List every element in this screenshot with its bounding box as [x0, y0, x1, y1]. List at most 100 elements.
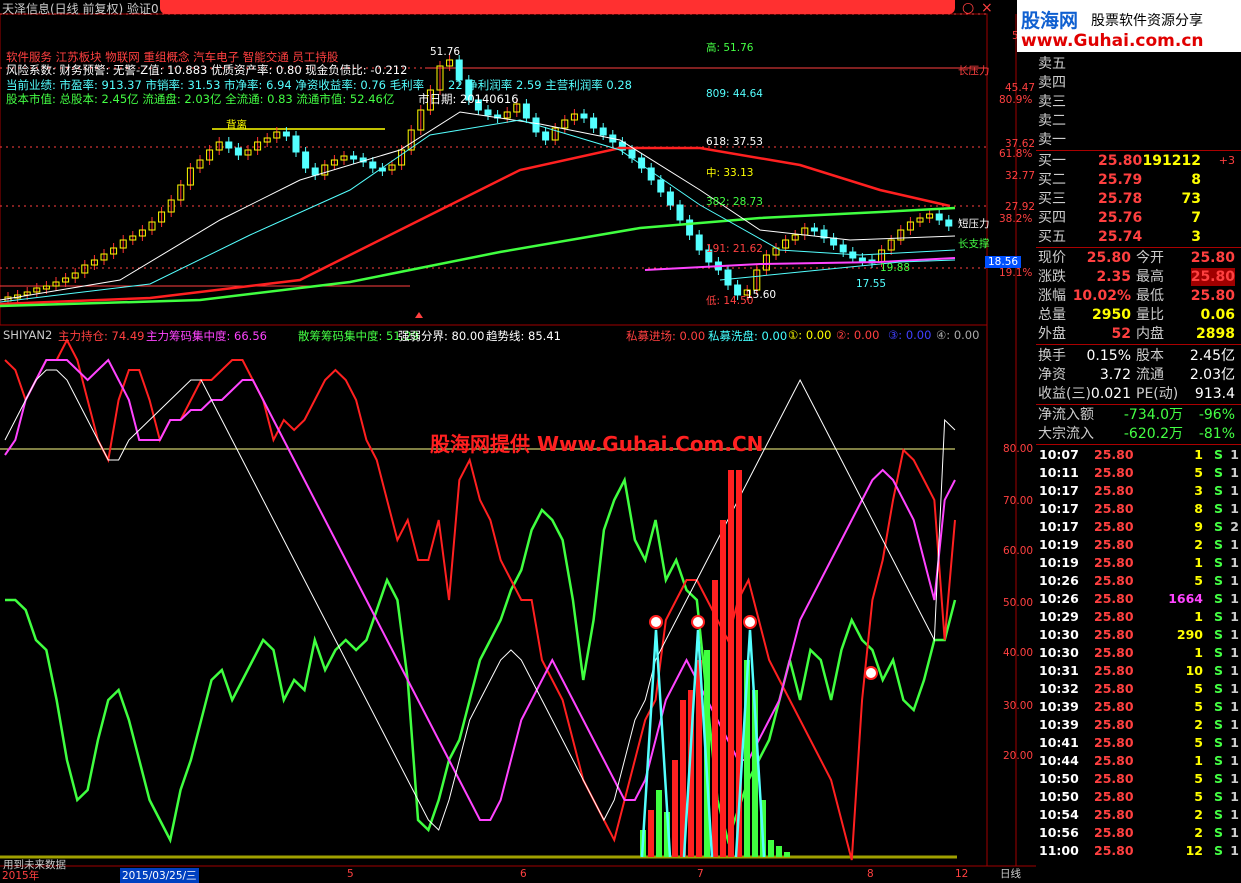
tick-time: 10:50 [1039, 771, 1079, 786]
stats-label: 换手 [1038, 348, 1066, 364]
candle-body [724, 269, 732, 286]
order-change: +3 [1218, 154, 1235, 167]
support-label: 长支撑 [958, 238, 990, 250]
tick-count: 1 [1230, 609, 1239, 624]
tick-row: 10:56 25.80 2 S 1 [1036, 824, 1241, 842]
tick-volume: 5 [1194, 465, 1203, 480]
tick-count: 1 [1230, 843, 1239, 858]
tick-row: 10:07 25.80 1 S 1 [1036, 446, 1241, 464]
tick-price: 25.80 [1094, 483, 1134, 498]
tick-count: 1 [1230, 753, 1239, 768]
stats-label: 股本 [1136, 348, 1164, 364]
tick-volume: 10 [1185, 663, 1203, 678]
time-year: 2015年 [2, 870, 40, 882]
tick-count: 1 [1230, 645, 1239, 660]
order-label: 卖五 [1038, 56, 1066, 72]
tick-time: 10:30 [1039, 627, 1079, 642]
order-sell-row[interactable]: 卖四 [1036, 74, 1241, 92]
quote-value: 25.80 [1086, 250, 1131, 266]
signal-marker [691, 615, 705, 629]
fib-high: 高: 51.76 [706, 42, 754, 54]
axis-809pct: 80.9% [999, 94, 1033, 106]
order-price: 25.76 [1098, 210, 1143, 226]
tick-time: 10:41 [1039, 735, 1079, 750]
tick-row: 10:26 25.80 5 S 1 [1036, 572, 1241, 590]
stats-row: 收益(三) 0.021 PE(动) 913.4 [1036, 385, 1241, 403]
close-icon[interactable]: × [981, 0, 993, 16]
tick-row: 10:30 25.80 1 S 1 [1036, 644, 1241, 662]
tick-volume: 12 [1185, 843, 1203, 858]
tick-volume: 2 [1194, 537, 1203, 552]
low3-label: 19.88 [880, 262, 911, 274]
order-label: 卖三 [1038, 94, 1066, 110]
tick-row: 10:50 25.80 5 S 1 [1036, 788, 1241, 806]
time-month-5: 5 [347, 868, 354, 880]
tick-time: 10:19 [1039, 537, 1079, 552]
divergence-label: 背离 [226, 119, 247, 131]
tick-count: 1 [1230, 447, 1239, 462]
indicator-name[interactable]: SHIYAN2 [3, 328, 52, 342]
candle-body [542, 131, 550, 141]
tick-volume: 5 [1194, 735, 1203, 750]
tick-side: S [1213, 609, 1223, 624]
candle-body [580, 113, 588, 119]
candle-body [282, 131, 290, 137]
order-sell-row[interactable]: 卖二 [1036, 112, 1241, 130]
ticks-divider [1036, 444, 1241, 445]
tick-row: 10:19 25.80 1 S 1 [1036, 554, 1241, 572]
order-buy-row[interactable]: 买三 25.78 73 [1036, 190, 1241, 208]
order-sell-row[interactable]: 卖五 [1036, 55, 1241, 73]
indicator-bar [672, 760, 678, 857]
quote-divider [1036, 247, 1241, 248]
order-buy-row[interactable]: 买二 25.79 8 [1036, 171, 1241, 189]
order-price: 25.80 [1098, 153, 1143, 169]
window-title: 天泽信息(日线 前复权) 验证0 [2, 2, 159, 16]
tick-count: 1 [1230, 555, 1239, 570]
tick-price: 25.80 [1094, 609, 1134, 624]
tick-price: 25.80 [1094, 591, 1134, 606]
order-sell-row[interactable]: 卖三 [1036, 93, 1241, 111]
tick-row: 10:50 25.80 5 S 1 [1036, 770, 1241, 788]
tick-volume: 8 [1194, 501, 1203, 516]
tick-volume: 5 [1194, 771, 1203, 786]
tick-price: 25.80 [1094, 807, 1134, 822]
tick-side: S [1213, 573, 1223, 588]
quote-label: 今开 [1136, 250, 1164, 266]
quote-value: 2.35 [1096, 269, 1131, 285]
tick-side: S [1213, 735, 1223, 750]
tick-count: 1 [1230, 789, 1239, 804]
order-price: 25.74 [1098, 229, 1143, 245]
fib-mid: 中: 33.13 [706, 167, 754, 179]
stats-label: 收益(三) [1038, 386, 1091, 402]
signal-marker [743, 615, 757, 629]
tick-time: 10:32 [1039, 681, 1079, 696]
tick-row: 10:17 25.80 9 S 2 [1036, 518, 1241, 536]
order-buy-row[interactable]: 买五 25.74 3 [1036, 228, 1241, 246]
order-buy-row[interactable]: 买一 25.80 191212 +3 [1036, 152, 1241, 170]
order-volume: 7 [1191, 210, 1201, 226]
tick-side: S [1213, 825, 1223, 840]
tick-volume: 1 [1194, 609, 1203, 624]
peak-label: 51.76 [430, 46, 461, 58]
logo[interactable]: 股海网 股票软件资源分享 www.Guhai.com.cn [1017, 0, 1241, 52]
tick-count: 2 [1230, 519, 1239, 534]
order-price: 25.79 [1098, 172, 1143, 188]
tick-count: 1 [1230, 699, 1239, 714]
order-buy-row[interactable]: 买四 25.76 7 [1036, 209, 1241, 227]
tick-count: 1 [1230, 573, 1239, 588]
quote-value: 25.80 [1190, 250, 1235, 266]
stats-value: 913.4 [1194, 386, 1235, 402]
candle-body [935, 213, 943, 221]
candle-body [666, 191, 674, 206]
minimize-icon[interactable]: ○ [962, 0, 974, 16]
tick-row: 10:32 25.80 5 S 1 [1036, 680, 1241, 698]
indicator-value-9: ③: 0.00 [888, 328, 932, 342]
watermark: 股海网提供 Www.Guhai.Com.CN [430, 432, 764, 456]
quote-row: 涨幅 10.02% 最低 25.80 [1036, 287, 1241, 305]
order-sell-row[interactable]: 卖一 [1036, 131, 1241, 149]
tick-time: 10:17 [1039, 501, 1079, 516]
candle-body [858, 257, 866, 262]
time-date[interactable]: 2015/03/25/三 [120, 868, 199, 883]
tick-row: 10:31 25.80 10 S 1 [1036, 662, 1241, 680]
tick-volume: 2 [1194, 717, 1203, 732]
